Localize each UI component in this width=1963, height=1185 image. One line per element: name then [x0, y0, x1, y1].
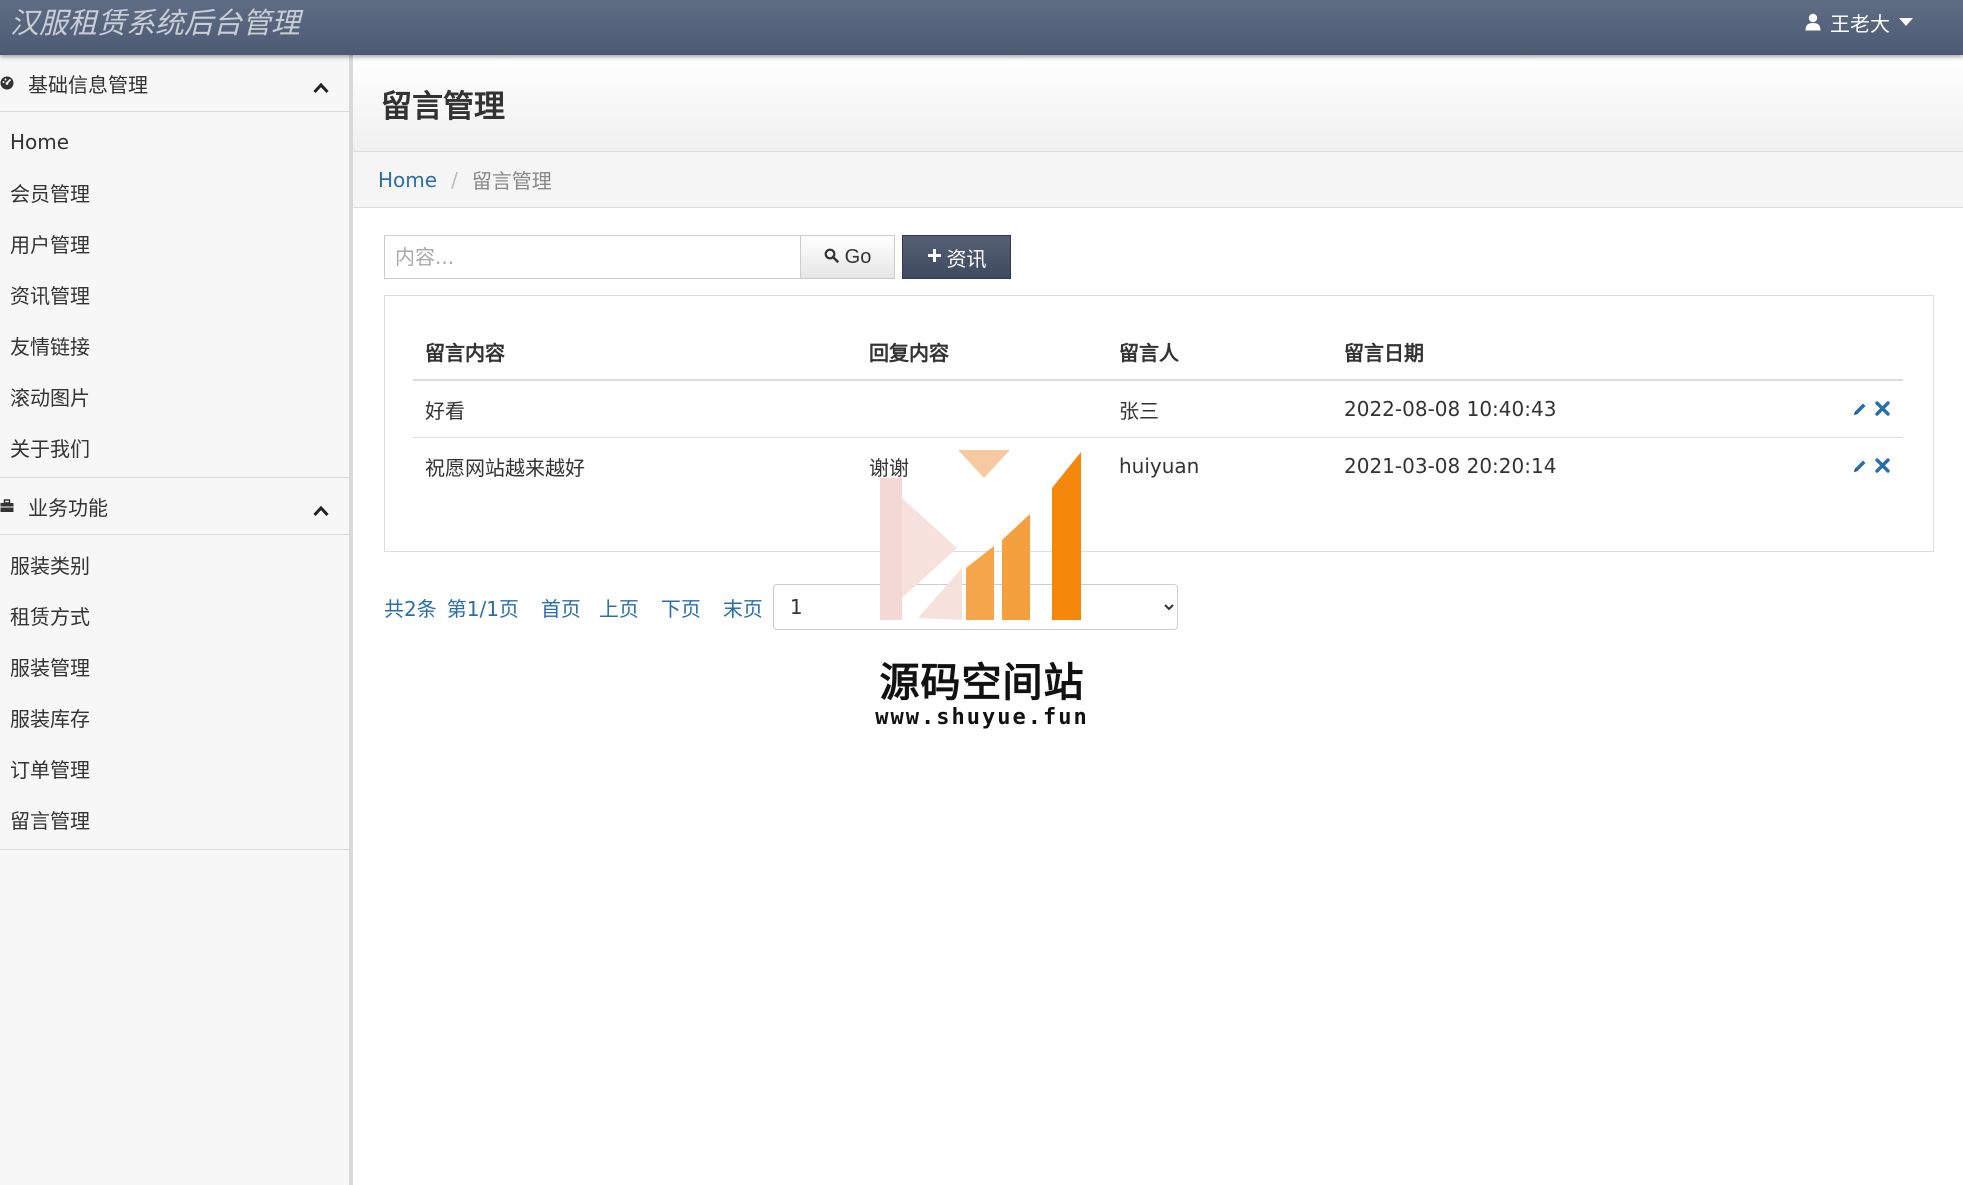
column-header-date: 留言日期 — [1332, 324, 1736, 381]
delete-x-icon[interactable] — [1874, 455, 1891, 479]
app-title[interactable]: 汉服租赁系统后台管理 — [10, 4, 300, 42]
messages-table: 留言内容 回复内容 留言人 留言日期 好看 张三 2022-08-08 10:4… — [413, 324, 1903, 494]
briefcase-icon — [0, 499, 14, 513]
user-name: 王老大 — [1830, 11, 1890, 36]
search-input[interactable] — [384, 235, 800, 279]
plus-icon — [927, 246, 942, 269]
column-header-reply: 回复内容 — [857, 324, 1107, 381]
breadcrumb-separator: / — [451, 167, 458, 192]
page-select[interactable]: 1 — [772, 584, 1178, 630]
top-navbar: 汉服租赁系统后台管理 王老大 — [0, 0, 1963, 55]
sidebar-item-rental-method[interactable]: 租赁方式 — [0, 590, 349, 641]
pagination-last-link[interactable]: 末页 — [723, 593, 763, 622]
sidebar-group-basic-info[interactable]: 基础信息管理 — [0, 55, 349, 112]
column-header-author: 留言人 — [1107, 324, 1332, 381]
search-toolbar: Go 资讯 — [384, 235, 1011, 281]
sidebar-group-business[interactable]: 业务功能 — [0, 478, 349, 535]
sidebar-group-items: Home 会员管理 用户管理 资讯管理 友情链接 滚动图片 关于我们 — [0, 112, 349, 478]
chevron-up-icon — [313, 498, 329, 522]
sidebar-item-home[interactable]: Home — [0, 116, 349, 167]
sidebar-group-title: 基础信息管理 — [28, 72, 148, 97]
breadcrumb-home-link[interactable]: Home — [378, 168, 437, 192]
sidebar-item-inventory[interactable]: 服装库存 — [0, 692, 349, 743]
pagination-first-link[interactable]: 首页 — [541, 593, 581, 622]
add-news-button-label: 资讯 — [946, 248, 987, 271]
table-header-row: 留言内容 回复内容 留言人 留言日期 — [413, 324, 1903, 381]
user-menu[interactable]: 王老大 — [1805, 8, 1913, 36]
cell-author: 张三 — [1107, 380, 1332, 438]
dashboard-icon — [0, 76, 14, 90]
pagination: 共2条 第1/1页 首页 上页 下页 末页 1 — [384, 584, 1178, 630]
cell-reply: 谢谢 — [869, 455, 909, 480]
add-news-button[interactable]: 资讯 — [902, 235, 1011, 279]
sidebar-group-title: 业务功能 — [28, 495, 108, 520]
table-row: 祝愿网站越来越好 谢谢 huiyuan 2021-03-08 20:20:14 — [413, 438, 1903, 495]
sidebar-item-orders[interactable]: 订单管理 — [0, 743, 349, 794]
pagination-next-link[interactable]: 下页 — [661, 593, 701, 622]
pagination-prev-link[interactable]: 上页 — [599, 593, 639, 622]
table-panel: 留言内容 回复内容 留言人 留言日期 好看 张三 2022-08-08 10:4… — [384, 295, 1934, 552]
sidebar: 基础信息管理 Home 会员管理 用户管理 资讯管理 友情链接 滚动图片 关于我… — [0, 55, 353, 1185]
delete-x-icon[interactable] — [1874, 398, 1891, 422]
sidebar-item-carousel[interactable]: 滚动图片 — [0, 371, 349, 422]
sidebar-item-messages[interactable]: 留言管理 — [0, 794, 349, 845]
edit-pencil-icon[interactable] — [1852, 455, 1868, 479]
cell-reply — [857, 380, 1107, 438]
pagination-page-info: 第1/1页 — [446, 596, 519, 621]
cell-date: 2021-03-08 20:20:14 — [1344, 454, 1557, 478]
page-title: 留言管理 — [381, 88, 505, 125]
table-row: 好看 张三 2022-08-08 10:40:43 — [413, 380, 1903, 438]
main-content: 留言管理 Home / 留言管理 Go 资讯 — [353, 55, 1963, 1185]
sidebar-item-users[interactable]: 用户管理 — [0, 218, 349, 269]
sidebar-item-news[interactable]: 资讯管理 — [0, 269, 349, 320]
sidebar-group-items: 服装类别 租赁方式 服装管理 服装库存 订单管理 留言管理 — [0, 535, 349, 850]
cell-author: huiyuan — [1119, 454, 1200, 478]
cell-content: 好看 — [413, 380, 857, 438]
sidebar-item-members[interactable]: 会员管理 — [0, 167, 349, 218]
column-header-content: 留言内容 — [413, 324, 857, 381]
cell-actions — [1736, 380, 1903, 438]
cell-actions — [1736, 438, 1903, 495]
user-icon — [1805, 13, 1821, 31]
sidebar-item-clothing-category[interactable]: 服装类别 — [0, 539, 349, 590]
page-header: 留言管理 — [353, 55, 1963, 152]
go-button-label: Go — [844, 245, 872, 268]
breadcrumb-current: 留言管理 — [471, 169, 552, 193]
sidebar-item-clothing[interactable]: 服装管理 — [0, 641, 349, 692]
pagination-total: 共2条 — [384, 596, 437, 621]
cell-content: 祝愿网站越来越好 — [425, 455, 585, 480]
go-button[interactable]: Go — [800, 235, 895, 279]
caret-down-icon — [1899, 17, 1913, 27]
sidebar-item-links[interactable]: 友情链接 — [0, 320, 349, 371]
column-header-actions — [1736, 324, 1903, 381]
sidebar-item-about[interactable]: 关于我们 — [0, 422, 349, 473]
breadcrumb: Home / 留言管理 — [353, 152, 1963, 208]
search-icon — [824, 246, 839, 269]
cell-date: 2022-08-08 10:40:43 — [1332, 380, 1736, 438]
edit-pencil-icon[interactable] — [1852, 398, 1868, 422]
chevron-up-icon — [313, 75, 329, 99]
